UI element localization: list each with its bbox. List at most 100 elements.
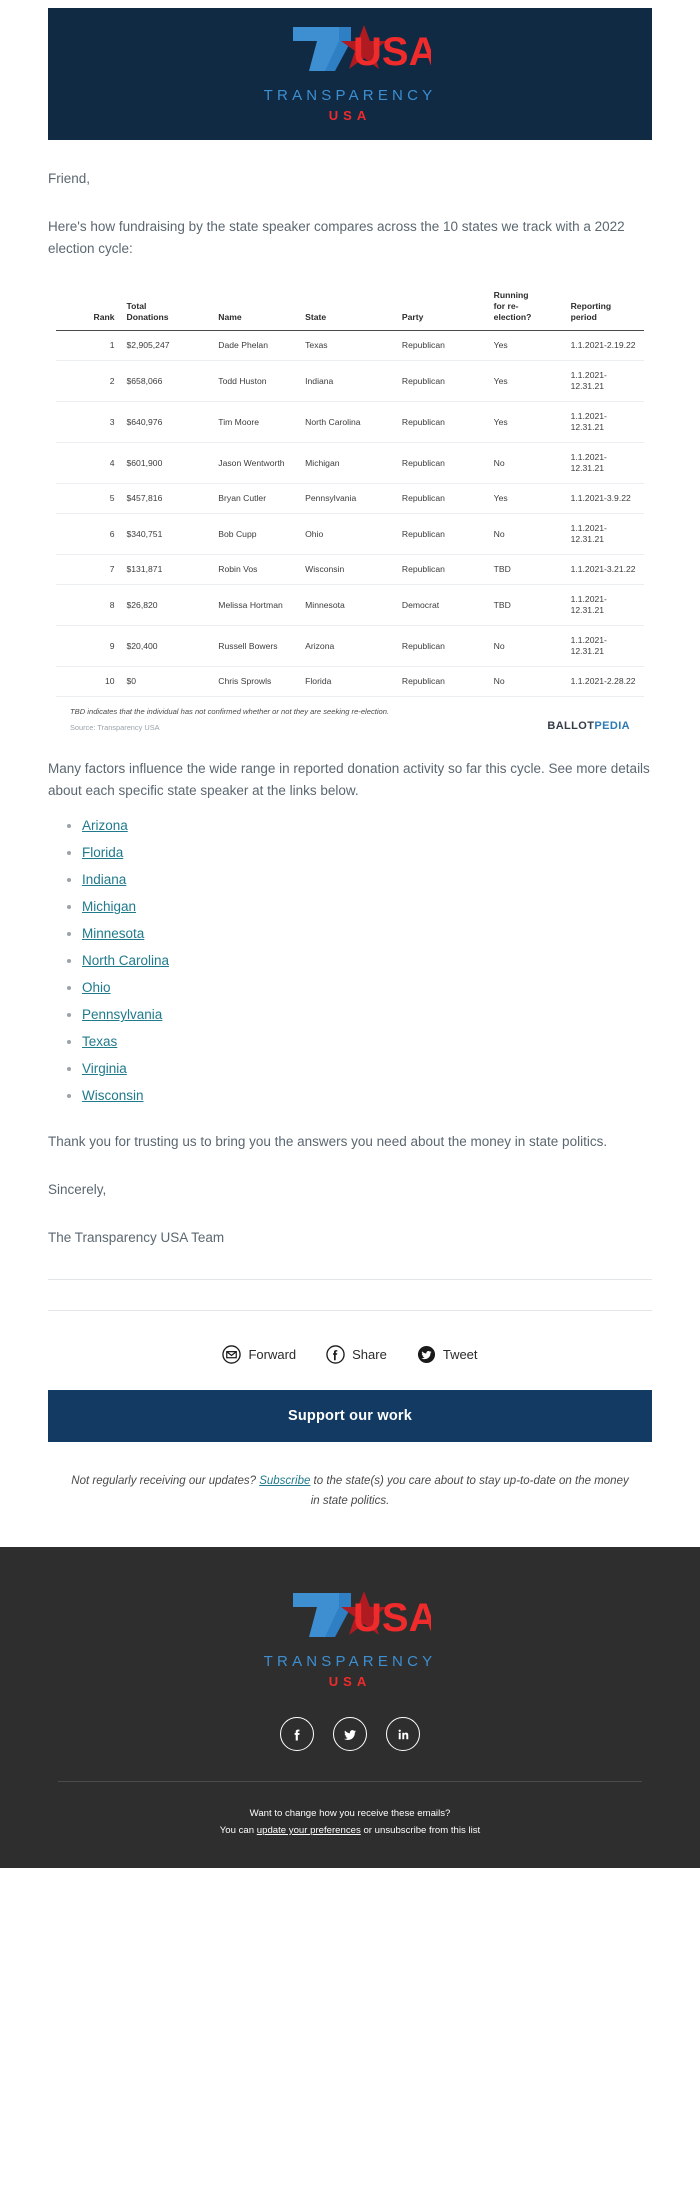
footer-text: Want to change how you receive these ema… <box>48 1806 652 1840</box>
cell-party: Republican <box>395 330 488 362</box>
logo-wordmark: TRANSPARENCY <box>263 87 437 104</box>
hero-banner: USA TRANSPARENCY USA <box>0 0 700 140</box>
column-header-period: Reporting period <box>564 285 644 332</box>
state-link-minnesota[interactable]: Minnesota <box>82 926 144 941</box>
table-row: 1 $2,905,247 Dade Phelan Texas Republican Yes… <box>56 330 644 362</box>
list-item: Florida <box>82 844 652 862</box>
cell-party: Republican <box>395 442 488 485</box>
cell-name: Russell Bowers <box>212 625 300 668</box>
greeting-text: Friend, <box>48 171 91 186</box>
after-table-paragraph: Many factors influence the wide range in… <box>48 760 650 798</box>
footer-logo-wordmark: TRANSPARENCY <box>263 1653 437 1671</box>
cell-period: 1.1.2021-3.9.22 <box>564 483 644 515</box>
facebook-icon <box>289 1726 306 1743</box>
svg-text:USA: USA <box>353 30 431 74</box>
footer-linkedin-link[interactable] <box>386 1717 420 1752</box>
cell-period: 1.1.2021-12.31.21 <box>564 625 644 668</box>
subscribe-note: Not regularly receiving our updates? Sub… <box>70 1472 630 1511</box>
cell-state: Michigan <box>299 442 396 485</box>
cell-party: Republican <box>395 360 488 403</box>
cell-name: Robin Vos <box>212 554 300 586</box>
cell-name: Jason Wentworth <box>212 442 300 485</box>
intro-paragraph: Here's how fundraising by the state spea… <box>48 218 625 256</box>
list-item: Indiana <box>82 871 652 889</box>
rankings-table: Rank Total Donations Name State Party Run… <box>56 285 644 698</box>
cell-donations: $658,066 <box>120 360 213 403</box>
list-item: Virginia <box>82 1060 652 1078</box>
cell-period: 1.1.2021-12.31.21 <box>564 513 644 556</box>
cell-name: Bob Cupp <box>212 513 300 556</box>
cell-rank: 2 <box>56 360 121 403</box>
column-header-state: State <box>299 285 396 332</box>
table-row: 3 $640,976 Tim Moore North Carolina Republic… <box>56 401 644 444</box>
table-row: 4 $601,900 Jason Wentworth Michigan Republic… <box>56 442 644 485</box>
cell-name: Melissa Hortman <box>212 584 300 627</box>
state-link-indiana[interactable]: Indiana <box>82 872 126 887</box>
cell-state: Wisconsin <box>299 554 396 586</box>
rankings-table-card: Rank Total Donations Name State Party Run… <box>48 285 652 732</box>
cell-donations: $26,820 <box>120 584 213 627</box>
cell-donations: $340,751 <box>120 513 213 556</box>
list-item: North Carolina <box>82 952 652 970</box>
cell-reelection: Yes <box>487 401 565 444</box>
column-header-reelection: Running for re-election? <box>487 285 565 332</box>
tweet-link[interactable]: Tweet <box>417 1345 478 1364</box>
table-row: 7 $131,871 Robin Vos Wisconsin Republican TBD… <box>56 554 644 586</box>
email-page: USA TRANSPARENCY USA Friend, Here's how … <box>0 0 700 1868</box>
cell-state: Florida <box>299 666 396 698</box>
cell-rank: 4 <box>56 442 121 485</box>
cell-donations: $457,816 <box>120 483 213 515</box>
envelope-icon <box>222 1345 242 1364</box>
state-link-florida[interactable]: Florida <box>82 845 123 860</box>
footer-twitter-link[interactable] <box>333 1717 367 1752</box>
table-footer-left: TBD indicates that the individual has no… <box>70 707 389 732</box>
cell-donations: $2,905,247 <box>120 330 213 362</box>
cell-rank: 7 <box>56 554 121 586</box>
table-footnote: TBD indicates that the individual has no… <box>70 707 390 717</box>
cell-rank: 10 <box>56 666 121 698</box>
footer-facebook-link[interactable] <box>280 1717 314 1752</box>
list-item: Texas <box>82 1033 652 1051</box>
cell-party: Republican <box>395 401 488 444</box>
table-footer: TBD indicates that the individual has no… <box>56 697 644 732</box>
logo-usa-text: USA <box>328 108 372 123</box>
cell-reelection: No <box>487 666 565 698</box>
forward-link[interactable]: Forward <box>222 1345 296 1364</box>
cell-party: Republican <box>395 666 488 698</box>
facebook-icon <box>326 1345 345 1364</box>
support-our-work-button[interactable]: Support our work <box>48 1390 652 1443</box>
state-link-arizona[interactable]: Arizona <box>82 818 128 833</box>
cell-state: Indiana <box>299 360 396 403</box>
divider-bottom <box>48 1310 652 1312</box>
cell-period: 1.1.2021-2.28.22 <box>564 666 644 698</box>
share-label: Share <box>352 1347 387 1363</box>
table-source: Source: Transparency USA <box>70 722 160 732</box>
team-signature: The Transparency USA Team <box>48 1230 225 1246</box>
cell-donations: $20,400 <box>120 625 213 668</box>
state-link-virginia[interactable]: Virginia <box>82 1061 127 1076</box>
tweet-label: Tweet <box>442 1347 478 1363</box>
list-item: Minnesota <box>82 925 652 943</box>
share-row: Forward Share Tweet <box>0 1345 700 1364</box>
cell-state: Minnesota <box>299 584 396 627</box>
subscribe-link[interactable]: Subscribe <box>259 1475 310 1487</box>
email-body: Friend, Here's how fundraising by the st… <box>0 168 700 1249</box>
table-header-row: Rank Total Donations Name State Party Run… <box>56 285 644 332</box>
list-item: Arizona <box>82 817 652 835</box>
ballotpedia-logo-part1: BALLOT <box>547 719 595 732</box>
cell-reelection: No <box>487 625 565 668</box>
footer-social-links <box>48 1717 652 1752</box>
cell-period: 1.1.2021-12.31.21 <box>564 442 644 485</box>
state-link-michigan[interactable]: Michigan <box>82 899 136 914</box>
state-link-ohio[interactable]: Ohio <box>82 980 111 995</box>
state-link-texas[interactable]: Texas <box>82 1034 117 1049</box>
twitter-icon <box>417 1345 436 1364</box>
footer-logo-icon: USA <box>269 1591 431 1643</box>
divider-top <box>48 1279 652 1281</box>
state-link-pennsylvania[interactable]: Pennsylvania <box>82 1007 162 1022</box>
state-link-wisconsin[interactable]: Wisconsin <box>82 1088 144 1103</box>
ballotpedia-logo-part2: PEDIA <box>594 719 630 732</box>
state-link-north-carolina[interactable]: North Carolina <box>82 953 169 968</box>
share-link[interactable]: Share <box>326 1345 387 1364</box>
update-preferences-link[interactable]: update your preferences <box>257 1825 361 1836</box>
